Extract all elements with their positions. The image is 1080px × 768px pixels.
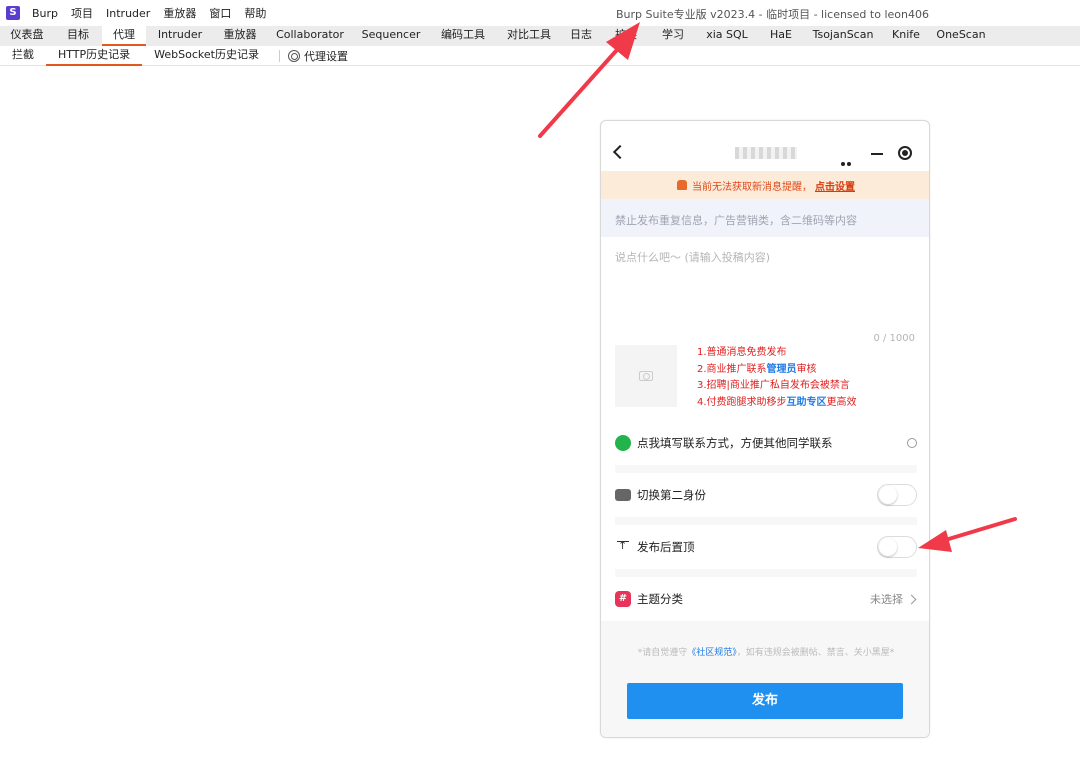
help-zone-link[interactable]: 互助专区 bbox=[787, 397, 827, 408]
menu-burp[interactable]: Burp bbox=[32, 7, 58, 20]
rule-3: 3.招聘|商业推广私自发布会被禁言 bbox=[697, 380, 850, 391]
notice-text: 当前无法获取新消息提醒， bbox=[692, 181, 812, 193]
tab-repeater[interactable]: 重放器 bbox=[214, 26, 266, 46]
publish-button[interactable]: 发布 bbox=[627, 683, 903, 719]
second-identity-label: 切换第二身份 bbox=[637, 488, 706, 502]
tab-decoder[interactable]: 编码工具 bbox=[428, 26, 498, 46]
camera-icon bbox=[639, 371, 653, 381]
topic-label: 主题分类 bbox=[637, 592, 683, 606]
tab-logger[interactable]: 日志 bbox=[560, 26, 602, 46]
tab-collaborator[interactable]: Collaborator bbox=[266, 26, 354, 46]
annotation-arrow-pin-toggle bbox=[918, 517, 1017, 552]
tab-tsojanscan[interactable]: TsojanScan bbox=[804, 26, 882, 46]
tab-comparer[interactable]: 对比工具 bbox=[498, 26, 560, 46]
admin-link[interactable]: 管理员 bbox=[767, 364, 797, 375]
menu-window[interactable]: 窗口 bbox=[209, 5, 231, 21]
info-icon[interactable] bbox=[907, 438, 917, 448]
proxy-settings-label: 代理设置 bbox=[303, 49, 348, 63]
community-rules-link[interactable]: 《社区规范》 bbox=[687, 648, 737, 658]
tab-proxy[interactable]: 代理 bbox=[102, 26, 146, 46]
close-target-icon[interactable] bbox=[898, 146, 912, 160]
gear-icon bbox=[287, 49, 300, 62]
notification-banner: 当前无法获取新消息提醒， 点击设置 bbox=[601, 171, 929, 199]
tab-dashboard[interactable]: 仪表盘 bbox=[0, 26, 54, 46]
hashtag-icon: # bbox=[615, 591, 631, 607]
menu-project[interactable]: 项目 bbox=[71, 5, 93, 21]
tab-learn[interactable]: 学习 bbox=[650, 26, 696, 46]
tab-target[interactable]: 目标 bbox=[54, 26, 102, 46]
subtab-intercept[interactable]: 拦截 bbox=[0, 46, 46, 66]
back-arrow-icon[interactable] bbox=[612, 144, 628, 160]
tab-xia-sql[interactable]: xia SQL bbox=[696, 26, 758, 46]
second-identity-row: 切换第二身份 bbox=[601, 473, 929, 517]
rule-2: 2.商业推广联系管理员审核 bbox=[697, 363, 817, 375]
more-dots-icon[interactable] bbox=[841, 151, 857, 166]
post-content-input[interactable]: 说点什么吧～ (请输入投稿内容) bbox=[615, 249, 915, 265]
bell-icon bbox=[677, 180, 687, 190]
burp-logo-icon: S bbox=[6, 6, 20, 20]
tab-knife[interactable]: Knife bbox=[882, 26, 930, 46]
divider bbox=[615, 517, 917, 525]
divider bbox=[278, 49, 280, 62]
sub-tab-bar: 拦截 HTTP历史记录 WebSocket历史记录 代理设置 bbox=[0, 46, 1080, 66]
pin-label: 发布后置顶 bbox=[637, 540, 695, 554]
rule-hint-bar: 禁止发布重复信息，广告营销类，含二维码等内容 bbox=[601, 199, 929, 237]
pin-top-icon bbox=[617, 539, 629, 554]
tab-onescan[interactable]: OneScan bbox=[930, 26, 992, 46]
divider bbox=[615, 569, 917, 577]
add-photo-button[interactable] bbox=[615, 345, 677, 407]
chevron-right-icon bbox=[906, 594, 917, 604]
mini-program-capsule bbox=[839, 145, 919, 166]
phone-header bbox=[601, 121, 929, 171]
proxy-settings-button[interactable]: 代理设置 bbox=[287, 48, 348, 64]
tab-intruder[interactable]: Intruder bbox=[146, 26, 214, 46]
divider bbox=[615, 465, 917, 473]
second-identity-toggle[interactable] bbox=[877, 484, 917, 506]
mask-identity-icon bbox=[615, 489, 631, 501]
notice-settings-link[interactable]: 点击设置 bbox=[815, 178, 855, 193]
menu-bar: S Burp 项目 Intruder 重放器 窗口 帮助 Burp Suite专… bbox=[0, 0, 1080, 26]
topic-value: 未选择 bbox=[870, 593, 903, 606]
phone-preview: 当前无法获取新消息提醒， 点击设置 禁止发布重复信息，广告营销类，含二维码等内容… bbox=[600, 120, 930, 738]
tab-extensions[interactable]: 扩展 bbox=[602, 26, 650, 46]
pin-row: 发布后置顶 bbox=[601, 525, 929, 569]
subtab-websocket-history[interactable]: WebSocket历史记录 bbox=[142, 46, 271, 66]
tab-hae[interactable]: HaE bbox=[758, 26, 804, 46]
footer-band bbox=[601, 621, 929, 737]
main-tab-bar: 仪表盘 目标 代理 Intruder 重放器 Collaborator Sequ… bbox=[0, 26, 1080, 46]
tab-sequencer[interactable]: Sequencer bbox=[354, 26, 428, 46]
subtab-http-history[interactable]: HTTP历史记录 bbox=[46, 46, 143, 66]
blurred-page-title bbox=[735, 147, 797, 159]
topic-row[interactable]: # 主题分类 未选择 bbox=[601, 577, 929, 621]
pin-toggle[interactable] bbox=[877, 536, 917, 558]
rule-4: 4.付费跑腿求助移步互助专区更高效 bbox=[697, 396, 857, 408]
menu-repeater[interactable]: 重放器 bbox=[163, 5, 196, 21]
posting-rules: 1.普通消息免费发布 2.商业推广联系管理员审核 3.招聘|商业推广私自发布会被… bbox=[697, 345, 857, 411]
minimize-icon[interactable] bbox=[871, 153, 883, 155]
community-disclaimer: *请自觉遵守《社区规范》，如有违规会被删帖、禁言、关小黑屋* bbox=[637, 648, 895, 658]
rule-1: 1.普通消息免费发布 bbox=[697, 347, 787, 358]
contact-label: 点我填写联系方式，方便其他同学联系 bbox=[637, 436, 833, 450]
menu-help[interactable]: 帮助 bbox=[244, 5, 266, 21]
window-title: Burp Suite专业版 v2023.4 - 临时项目 - licensed … bbox=[616, 8, 929, 21]
menu-intruder[interactable]: Intruder bbox=[106, 7, 150, 20]
char-count: 0 / 1000 bbox=[873, 333, 915, 344]
contact-row[interactable]: 点我填写联系方式，方便其他同学联系 bbox=[601, 421, 929, 465]
wechat-icon bbox=[615, 435, 631, 451]
